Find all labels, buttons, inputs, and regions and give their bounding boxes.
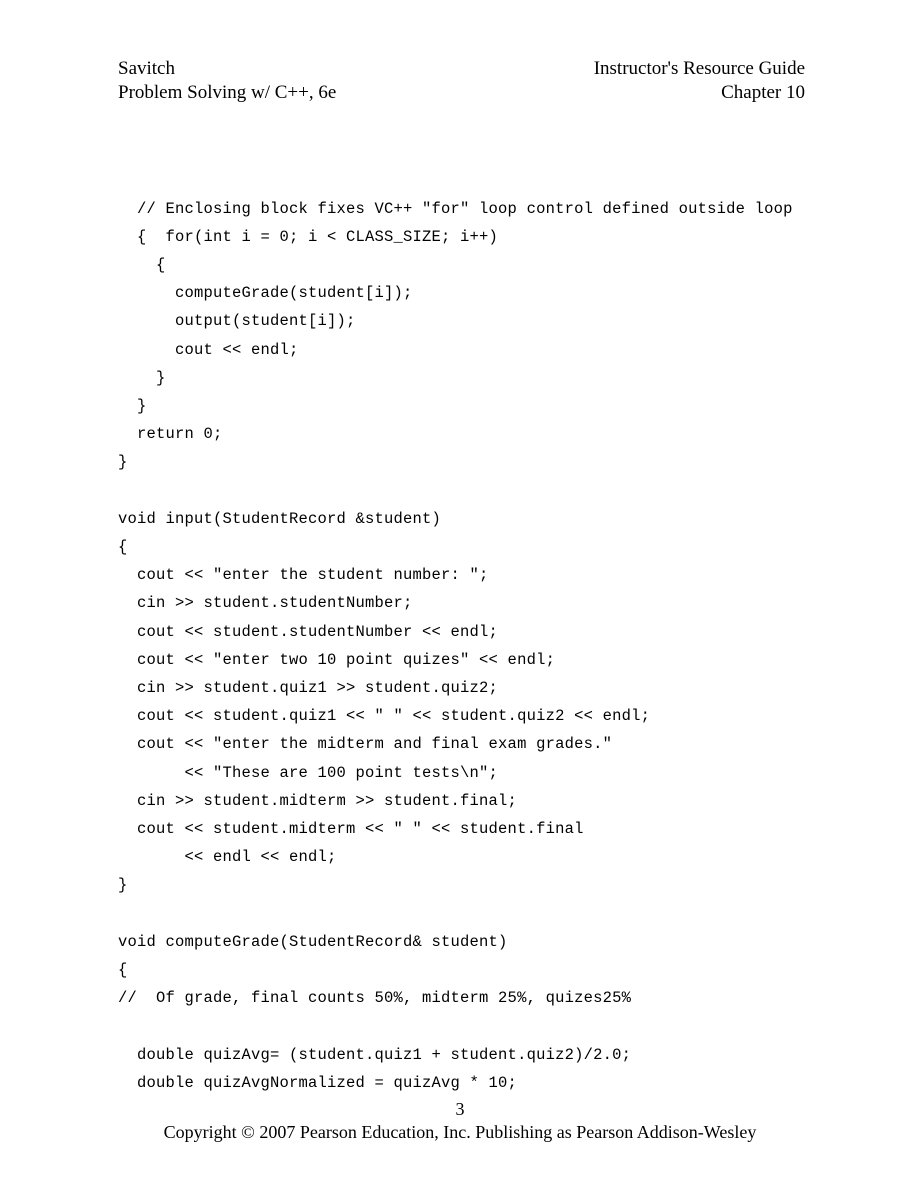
header-right: Instructor's Resource Guide Chapter 10 xyxy=(594,57,805,105)
book-title: Problem Solving w/ C++, 6e xyxy=(118,81,336,105)
page-header: Savitch Problem Solving w/ C++, 6e Instr… xyxy=(118,57,805,105)
page-content: Savitch Problem Solving w/ C++, 6e Instr… xyxy=(0,0,920,1097)
code-listing: // Enclosing block fixes VC++ "for" loop… xyxy=(118,195,805,1098)
author-name: Savitch xyxy=(118,57,336,81)
page-number: 3 xyxy=(0,1098,920,1121)
page-footer: 3 Copyright © 2007 Pearson Education, In… xyxy=(0,1098,920,1143)
guide-title: Instructor's Resource Guide xyxy=(594,57,805,81)
header-left: Savitch Problem Solving w/ C++, 6e xyxy=(118,57,336,105)
copyright-text: Copyright © 2007 Pearson Education, Inc.… xyxy=(0,1121,920,1144)
chapter-label: Chapter 10 xyxy=(594,81,805,105)
